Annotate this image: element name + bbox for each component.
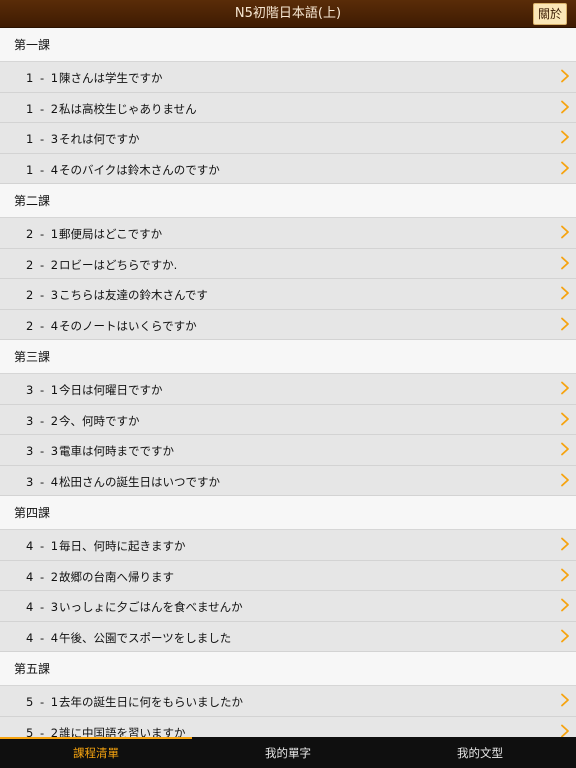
lesson-row[interactable]: 4 - 2 故郷の台南へ帰ります [0,560,576,591]
section-header: 第二課 [0,184,576,218]
lesson-number: 3 - 3 [26,444,60,458]
lesson-number: 4 - 3 [26,600,60,614]
chevron-right-icon [561,629,569,642]
lesson-title: 電車は何時までですか [59,444,174,458]
lesson-title: 陳さんは学生ですか [59,71,163,85]
lesson-row[interactable]: 1 - 2 私は高校生じゃありません [0,92,576,123]
chevron-right-icon [561,100,569,113]
lesson-row[interactable]: 3 - 4 松田さんの誕生日はいつですか [0,465,576,496]
lesson-row[interactable]: 4 - 4 午後、公園でスポーツをしました [0,621,576,652]
chevron-right-icon [561,598,569,612]
lesson-row[interactable]: 2 - 3 こちらは友達の鈴木さんです [0,279,576,310]
lesson-row[interactable]: 3 - 3 電車は何時までですか [0,435,576,466]
section-header: 第三課 [0,340,576,374]
chevron-right-icon [561,69,569,83]
lesson-title: 今日は何曜日ですか [59,383,163,397]
lesson-number: 2 - 3 [26,288,60,302]
chevron-right-icon [561,317,569,330]
tab-1[interactable]: 我的單字 [192,737,384,768]
lesson-number: 3 - 4 [26,474,60,489]
lesson-row[interactable]: 2 - 1 郵便局はどこですか [0,218,576,249]
lesson-title: 今、何時ですか [59,413,140,428]
lesson-number: 2 - 4 [26,318,60,333]
lesson-row[interactable]: 2 - 4 そのノートはいくらですか [0,309,576,340]
chevron-right-icon [561,381,569,395]
lesson-row[interactable]: 1 - 4 そのバイクは鈴木さんのですか [0,153,576,184]
lesson-title: そのバイクは鈴木さんのですか [59,162,220,177]
lesson-title: 故郷の台南へ帰ります [59,569,174,584]
lesson-title: それは何ですか [59,132,140,146]
tab-2[interactable]: 我的文型 [384,737,576,768]
lesson-number: 5 - 2 [26,725,60,738]
lesson-title: こちらは友達の鈴木さんです [59,288,208,302]
about-button[interactable]: 關於 [532,3,567,25]
lesson-number: 5 - 1 [26,695,60,709]
lesson-title: 誰に中国語を習いますか [59,725,186,738]
lesson-title: ロビーはどちらですか. [59,257,178,272]
tab-0[interactable]: 課程清單 [0,737,192,768]
lesson-number: 2 - 1 [26,227,60,241]
chevron-right-icon [561,130,569,144]
lesson-number: 1 - 4 [26,162,60,177]
navigation-bar: N5初階日本語(上) 關於 [0,0,576,28]
lesson-row[interactable]: 1 - 1 陳さんは学生ですか [0,62,576,93]
lesson-row[interactable]: 1 - 3 それは何ですか [0,123,576,154]
chevron-right-icon [561,161,569,174]
lesson-row[interactable]: 5 - 2 誰に中国語を習いますか [0,716,576,738]
lesson-title: 私は高校生じゃありません [59,101,197,116]
chevron-right-icon [561,537,569,551]
lesson-number: 3 - 2 [26,413,60,428]
section-header: 第一課 [0,28,576,62]
lesson-row[interactable]: 4 - 1 毎日、何時に起きますか [0,530,576,561]
lesson-row[interactable]: 2 - 2 ロビーはどちらですか. [0,248,576,279]
chevron-right-icon [561,442,569,456]
lesson-row[interactable]: 4 - 3 いっしょに夕ごはんを食べませんか [0,591,576,622]
lesson-title: 松田さんの誕生日はいつですか [59,474,220,489]
chevron-right-icon [561,473,569,486]
chevron-right-icon [561,693,569,707]
tab-bar: 課程清單 我的單字 我的文型 [0,737,576,768]
lesson-number: 1 - 3 [26,132,60,146]
lesson-list[interactable]: 第一課 1 - 1 陳さんは学生ですか 1 - 2 私は高校生じゃありません 1 - 3そ… [0,28,576,737]
chevron-right-icon [561,568,569,581]
chevron-right-icon [561,225,569,239]
lesson-row[interactable]: 5 - 1 去年の誕生日に何をもらいましたか [0,686,576,717]
lesson-number: 4 - 4 [26,630,60,645]
section-header: 第五課 [0,652,576,686]
lesson-row[interactable]: 3 - 2 今、何時ですか [0,404,576,435]
lesson-title: 郵便局はどこですか [59,227,163,241]
page-title: N5初階日本語(上) [234,6,342,21]
lesson-number: 3 - 1 [26,383,60,397]
app-window: N5初階日本語(上) 關於 第一課 1 - 1 陳さんは学生ですか 1 - 2 私は高校… [0,0,576,768]
lesson-number: 1 - 1 [26,71,60,85]
lesson-number: 1 - 2 [26,101,60,116]
lesson-title: そのノートはいくらですか [59,318,197,333]
lesson-row[interactable]: 3 - 1 今日は何曜日ですか [0,374,576,405]
section-header: 第四課 [0,496,576,530]
lesson-title: 毎日、何時に起きますか [59,539,186,553]
lesson-number: 4 - 2 [26,569,60,584]
chevron-right-icon [561,724,569,737]
lesson-number: 2 - 2 [26,257,60,272]
lesson-title: 午後、公園でスポーツをしました [59,630,232,645]
lesson-title: 去年の誕生日に何をもらいましたか [59,695,243,709]
chevron-right-icon [561,412,569,425]
chevron-right-icon [561,256,569,269]
chevron-right-icon [561,286,569,300]
lesson-number: 4 - 1 [26,539,60,553]
lesson-title: いっしょに夕ごはんを食べませんか [59,600,243,614]
